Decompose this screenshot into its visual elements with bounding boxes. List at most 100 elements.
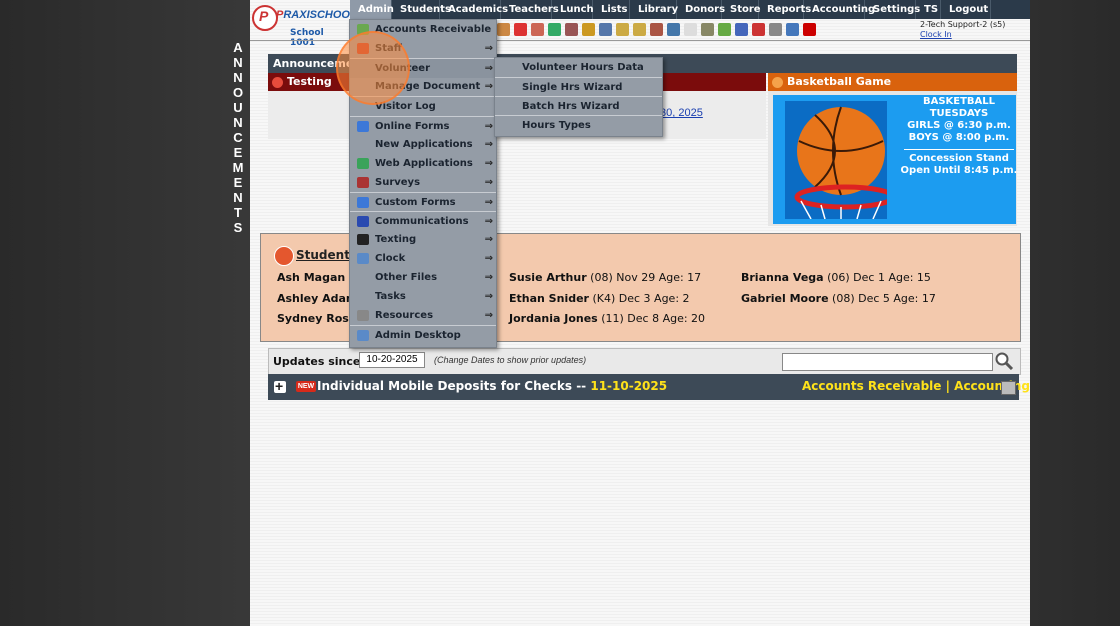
toolbar-shortcut-icon[interactable] xyxy=(786,22,799,36)
toolbar-shortcut-icon[interactable] xyxy=(531,22,544,36)
toolbar-shortcut-icon[interactable] xyxy=(497,22,510,36)
admin-menu-item-other-files[interactable]: Other Files ⇒ xyxy=(350,268,496,287)
submenu-arrow-icon: ⇒ xyxy=(484,81,493,92)
nav-academics[interactable]: Academics xyxy=(440,0,508,19)
clock-in-link[interactable]: Clock In xyxy=(920,30,1005,40)
nav-library[interactable]: Library xyxy=(630,0,678,19)
menu-item-label: Resources xyxy=(375,310,434,321)
accounting-link[interactable]: Accounting xyxy=(954,379,1030,393)
basketball-announcement-header[interactable]: Basketball Game xyxy=(768,73,1017,91)
vertical-letter: A xyxy=(233,40,243,55)
search-input[interactable] xyxy=(782,353,993,371)
toolbar-shortcut-icon[interactable] xyxy=(514,22,527,36)
submenu-arrow-icon: ⇒ xyxy=(484,310,493,321)
admin-menu-item-admin-desktop[interactable]: Admin Desktop xyxy=(350,325,496,345)
volunteer-submenu: Volunteer Hours Data Single Hrs Wizard Bat… xyxy=(494,57,663,137)
admin-menu-item-clock[interactable]: Clock ⇒ xyxy=(350,249,496,268)
updates-since-date-input[interactable]: 10-20-2025 xyxy=(359,352,425,368)
toolbar-shortcut-icon[interactable] xyxy=(803,22,816,36)
announcement-icon xyxy=(272,77,283,88)
search-icon[interactable] xyxy=(994,352,1014,371)
phone-icon xyxy=(357,234,369,245)
nav-logout[interactable]: Logout xyxy=(941,0,991,19)
nav-lunch[interactable]: Lunch xyxy=(552,0,594,19)
admin-menu-item-surveys[interactable]: Surveys ⇒ xyxy=(350,173,496,192)
toolbar-shortcut-icon[interactable] xyxy=(548,22,561,36)
user-name: 2-Tech Support-2 (s5) xyxy=(920,20,1006,29)
submenu-arrow-icon: ⇒ xyxy=(484,63,493,74)
toolbar-shortcut-icon[interactable] xyxy=(718,22,731,36)
volunteer-submenu-item[interactable]: Single Hrs Wizard xyxy=(495,77,662,97)
nav-donors[interactable]: Donors xyxy=(677,0,725,19)
deposit-update-title[interactable]: Individual Mobile Deposits for Checks --… xyxy=(317,379,667,393)
birthday-entry: Gabriel Moore (08) Dec 5 Age: 17 xyxy=(741,292,936,305)
flyer-line: Concession Stand xyxy=(909,153,1009,164)
toolbar-shortcut-icon[interactable] xyxy=(752,22,765,36)
nav-teachers[interactable]: Teachers xyxy=(501,0,559,19)
nav-reports[interactable]: Reports xyxy=(759,0,811,19)
vertical-letter: U xyxy=(233,100,243,115)
testing-date-link[interactable]: 30, 2025 xyxy=(660,107,703,119)
admin-menu-item-online-forms[interactable]: Online Forms ⇒ xyxy=(350,116,496,136)
clock-icon xyxy=(357,253,369,264)
toolbar-shortcut-icon[interactable] xyxy=(735,22,748,36)
birthday-entry: Ash Magan (0 xyxy=(277,271,360,284)
admin-menu-item-tasks[interactable]: Tasks ⇒ xyxy=(350,287,496,306)
nav-store[interactable]: Store xyxy=(722,0,761,19)
basketball-photo xyxy=(785,101,887,219)
vertical-letter: N xyxy=(233,55,243,70)
updates-hint: (Change Dates to show prior updates) xyxy=(434,355,587,365)
submenu-arrow-icon: ⇒ xyxy=(484,291,493,302)
toolbar-shortcut-icon[interactable] xyxy=(616,22,629,36)
admin-menu-item-resources[interactable]: Resources ⇒ xyxy=(350,306,496,325)
print-icon[interactable] xyxy=(1001,381,1016,395)
vertical-letter: O xyxy=(232,85,244,100)
menu-item-label: Tasks xyxy=(375,291,406,302)
volunteer-submenu-item[interactable]: Volunteer Hours Data xyxy=(495,58,662,77)
admin-menu-item-communications[interactable]: Communications ⇒ xyxy=(350,211,496,231)
toolbar-shortcut-icon[interactable] xyxy=(769,22,782,36)
nav-accounting[interactable]: Accounting xyxy=(804,0,875,19)
volunteer-submenu-item[interactable]: Hours Types xyxy=(495,115,662,135)
form-icon xyxy=(357,121,369,132)
toolbar-shortcut-icon[interactable] xyxy=(684,22,697,36)
menu-item-label: Online Forms xyxy=(375,121,450,132)
basketball-icon xyxy=(772,77,783,88)
volunteer-submenu-item[interactable]: Batch Hrs Wizard xyxy=(495,96,662,116)
testing-title: Testing xyxy=(287,75,332,88)
accounts-receivable-link[interactable]: Accounts Receivable xyxy=(802,379,941,393)
toolbar-shortcut-icon[interactable] xyxy=(701,22,714,36)
menu-item-label: Texting xyxy=(375,234,417,245)
logo-brand: PRAXISCHOOL xyxy=(276,9,357,21)
form-icon xyxy=(357,197,369,208)
flyer-line: BOYS @ 8:00 p.m. xyxy=(908,132,1010,143)
admin-menu-item-new-applications[interactable]: New Applications ⇒ xyxy=(350,135,496,154)
nav-settings[interactable]: Settings xyxy=(865,0,920,19)
toolbar-shortcut-icon[interactable] xyxy=(565,22,578,36)
expand-plus-icon[interactable] xyxy=(274,378,286,394)
menu-item-label: Custom Forms xyxy=(375,197,456,208)
toolbar-shortcut-icon[interactable] xyxy=(667,22,680,36)
toolbar-shortcut-icon[interactable] xyxy=(650,22,663,36)
vertical-letter: N xyxy=(233,115,243,130)
new-badge: NEW xyxy=(296,381,316,392)
praxischool-logo[interactable]: PRAXISCHOOL School 1001 xyxy=(252,4,357,48)
nav-ts[interactable]: TS xyxy=(916,0,941,19)
vertical-letter: E xyxy=(233,175,243,190)
basketball-flyer-text: BASKETBALL TUESDAYS GIRLS @ 6:30 p.m. BO… xyxy=(900,96,1018,177)
nav-lists[interactable]: Lists xyxy=(593,0,630,19)
vertical-letter: S xyxy=(233,220,243,235)
flyer-line: TUESDAYS xyxy=(929,108,989,119)
toolbar-shortcut-icon[interactable] xyxy=(599,22,612,36)
admin-menu-item-custom-forms[interactable]: Custom Forms ⇒ xyxy=(350,192,496,212)
nav-students[interactable]: Students xyxy=(392,0,451,19)
menu-item-label: Surveys xyxy=(375,177,421,188)
toolbar-shortcut-icon[interactable] xyxy=(582,22,595,36)
at-icon xyxy=(357,216,369,227)
admin-menu-item-texting[interactable]: Texting ⇒ xyxy=(350,230,496,249)
admin-menu-item-web-applications[interactable]: Web Applications ⇒ xyxy=(350,154,496,173)
toolbar-shortcut-icon[interactable] xyxy=(633,22,646,36)
submenu-arrow-icon: ⇒ xyxy=(484,197,493,208)
nav-admin[interactable]: Admin xyxy=(350,0,394,19)
submenu-arrow-icon: ⇒ xyxy=(484,272,493,283)
